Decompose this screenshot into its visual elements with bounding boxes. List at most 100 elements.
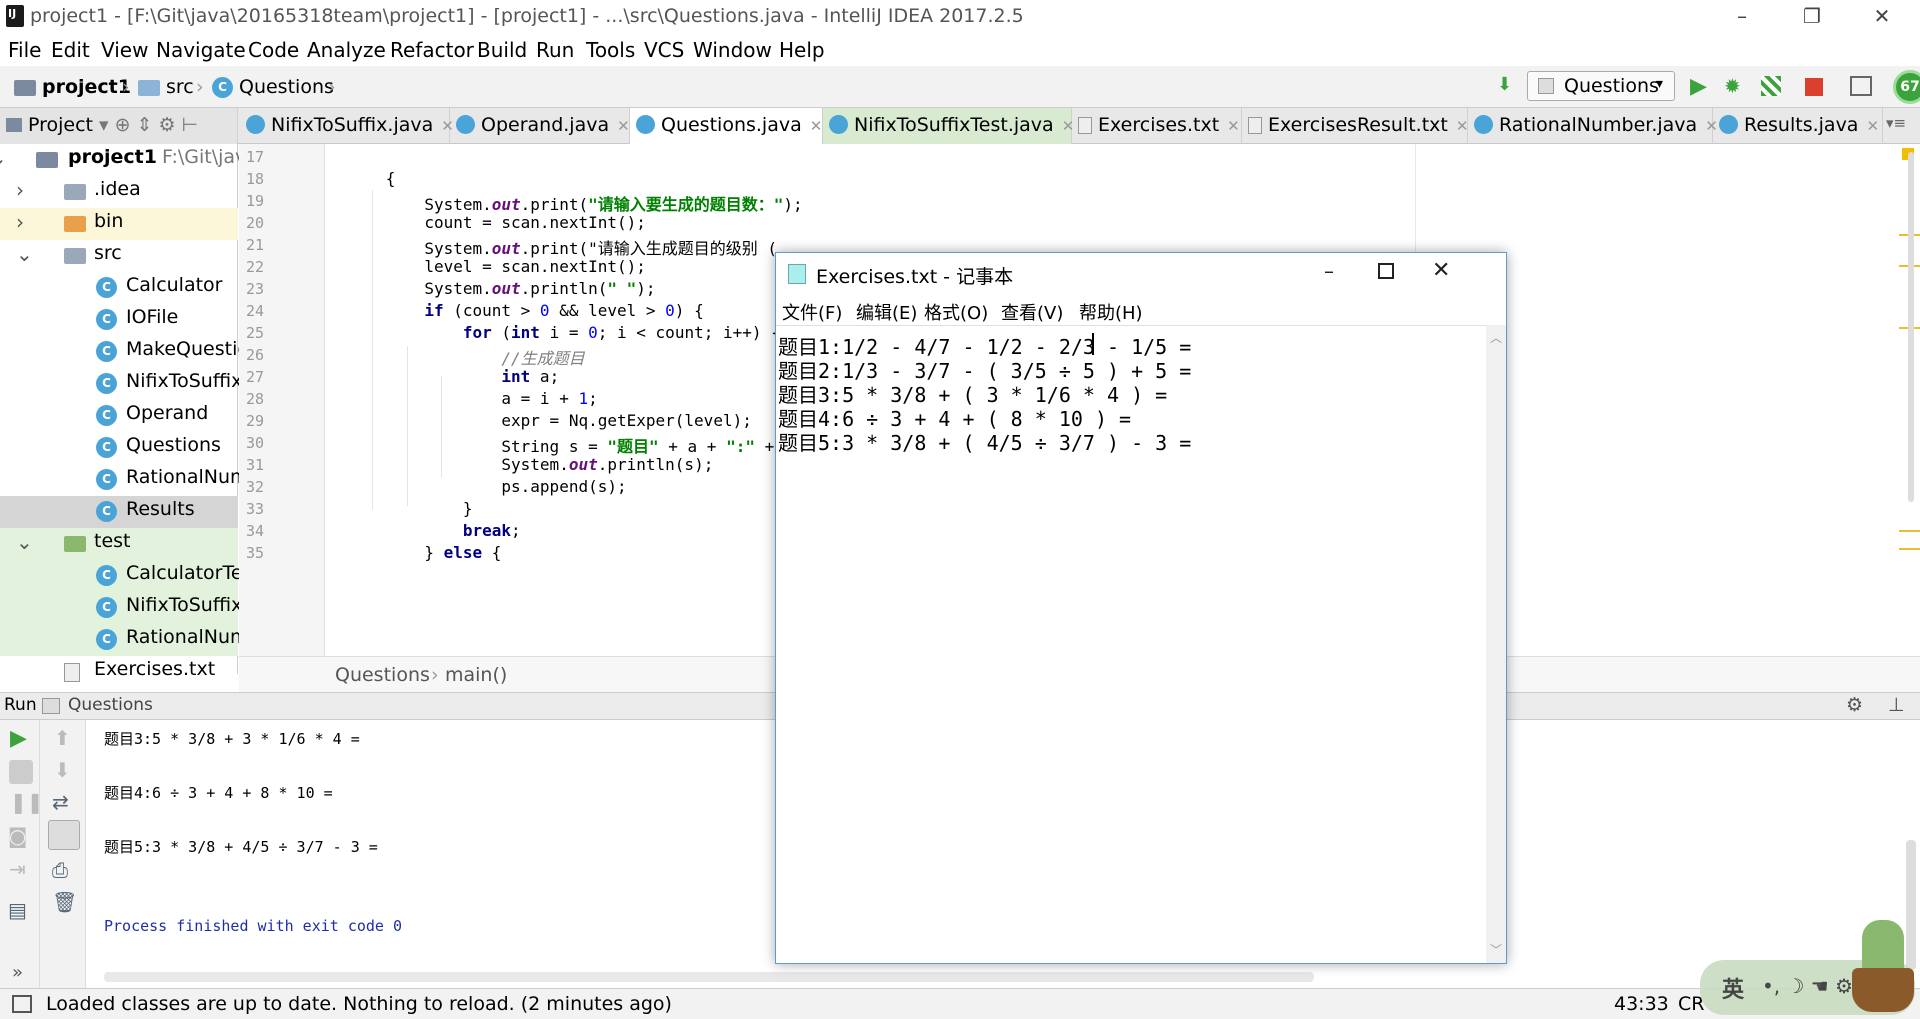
code-line[interactable]: System.out.print("请输入生成题目的级别 ( [328,235,777,259]
menu-view[interactable]: View [101,38,148,62]
more-tabs-icon[interactable]: ▾≡ [1886,114,1906,132]
tab-rationalnumber-java[interactable]: RationalNumber.java ✕ [1468,108,1718,144]
menu-help[interactable]: Help [779,38,825,62]
code-line[interactable]: level = scan.nextInt(); [328,257,646,276]
code-line[interactable]: break; [328,521,521,540]
notepad-window[interactable]: Exercises.txt - 记事本 – ✕ 文件(F) 编辑(E) 格式(O) 查… [775,252,1507,964]
warning-marker[interactable] [1899,548,1920,550]
notepad-title-bar[interactable]: Exercises.txt - 记事本 – ✕ [776,253,1506,295]
menu-window[interactable]: Window [693,38,772,62]
camera-icon[interactable]: ◙ [8,824,27,848]
up-arrow-icon[interactable]: ⬆ [54,726,71,750]
menu-navigate[interactable]: Navigate [156,38,246,62]
gear-icon[interactable]: ⚙ [1846,694,1863,716]
ime-language[interactable]: 英 [1722,972,1744,1004]
close-tab-icon[interactable]: ✕ [1866,117,1879,135]
tab-exercises-txt[interactable]: Exercises.txt ✕ [1072,108,1242,144]
close-tab-icon[interactable]: ✕ [810,117,823,135]
hide-icon[interactable]: ⊥ [1888,694,1905,716]
debug-icon[interactable]: ✹ [1724,74,1741,98]
tree-item-rationalnum[interactable]: RationalNum [0,464,249,496]
code-line[interactable]: int a; [328,367,559,386]
warning-marker[interactable] [1899,530,1920,532]
tree-item-nifixtosuffixt[interactable]: NifixToSuffixT [0,592,254,624]
scroll-up-icon[interactable]: ︿ [1490,329,1502,346]
notepad-menu-item[interactable]: 查看(V) [1001,299,1063,325]
run-tab-label[interactable]: Run [4,695,37,715]
breadcrumb-file[interactable]: Questions [239,76,334,98]
notepad-menu-item[interactable]: 帮助(H) [1079,299,1143,325]
project-structure-icon[interactable] [1850,76,1872,96]
tree-item-exercises-txt[interactable]: Exercises.txt [0,656,238,688]
code-line[interactable]: } else { [328,543,501,562]
scroll-down-icon[interactable]: ﹀ [1490,941,1502,958]
code-line[interactable]: //生成题目 [328,345,584,369]
soft-wrap-icon[interactable]: ⇄ [52,790,69,814]
console-vscrollbar[interactable] [1906,840,1916,970]
chevron-down-icon[interactable]: ⌄ [16,242,33,266]
code-line[interactable]: } [328,499,473,518]
tree-item-results[interactable]: Results [0,496,238,528]
code-line[interactable]: expr = Nq.getExper(level); [328,411,751,430]
code-line[interactable]: a = i + 1; [328,389,597,408]
tree-item-makequestio[interactable]: MakeQuestio [0,336,249,368]
project-tool-header[interactable]: Project ▾ ⊕ ⇕ ⚙ ⊢ [0,108,238,144]
close-button[interactable]: ✕ [1852,0,1912,34]
run-config-select[interactable]: Questions ▾ [1527,71,1675,101]
expand-icon[interactable]: » [12,962,23,983]
tree-item-project1[interactable]: ⌄project1F:\Git\java\ [0,144,264,176]
notepad-menu-item[interactable]: 格式(O) [924,299,988,325]
stop-button[interactable] [1805,78,1823,96]
breadcrumb-folder[interactable]: src [166,76,194,98]
tree-item-calculator[interactable]: Calculator [0,272,238,304]
stop-icon[interactable] [9,760,33,784]
build-icon[interactable]: ⬇ [1497,74,1512,95]
close-tab-icon[interactable]: ✕ [617,117,630,135]
trash-icon[interactable]: 🗑 [52,890,77,914]
close-tab-icon[interactable]: ✕ [1227,117,1240,135]
notepad-menu-item[interactable]: 文件(F) [782,299,842,325]
menu-run[interactable]: Run [536,38,574,62]
code-line[interactable]: for (int i = 0; i < count; i++) { [328,323,781,342]
minimize-button[interactable]: – [1712,0,1772,34]
cursor-position[interactable]: 43:33 [1614,993,1669,1015]
tree-item--idea[interactable]: › .idea [0,176,238,208]
code-line[interactable]: if (count > 0 && level > 0) { [328,301,703,320]
tool-icons[interactable]: ▾ ⊕ ⇕ ⚙ ⊢ [99,114,198,136]
menu-code[interactable]: Code [248,38,299,62]
menu-vcs[interactable]: VCS [644,38,684,62]
run-button[interactable]: ▶ [1690,74,1707,99]
run-config-name[interactable]: Questions [68,695,153,715]
menu-refactor[interactable]: Refactor [390,38,474,62]
code-line[interactable]: count = scan.nextInt(); [328,213,646,232]
ime-icons[interactable]: •, ☽ ☚ ⚙ [1762,974,1853,998]
close-tab-icon[interactable]: ✕ [1456,117,1469,135]
code-line[interactable]: System.out.println(s); [328,455,713,474]
tab-questions-java[interactable]: Questions.java ✕ [630,108,823,144]
console-hscrollbar[interactable] [104,972,1314,982]
tab-operand-java[interactable]: Operand.java ✕ [450,108,630,144]
menu-edit[interactable]: Edit [51,38,90,62]
code-line[interactable]: System.out.println(" "); [328,279,655,298]
pause-icon[interactable]: ❚❚ [10,790,44,814]
login-icon[interactable]: ⇥ [9,857,26,881]
menu-analyze[interactable]: Analyze [307,38,386,62]
tab-nifixtosuffix-java[interactable]: NifixToSuffix.java ✕ [240,108,454,144]
code-line[interactable]: { [328,169,396,188]
menu-build[interactable]: Build [477,38,527,62]
tab-results-java[interactable]: Results.java ✕ [1713,108,1883,144]
layout-icon[interactable]: ▤ [8,898,27,922]
chevron-down-icon[interactable]: ⌄ [0,146,7,170]
code-line[interactable]: String s = "题目" + a + ":" + ex [328,433,803,457]
code-line[interactable]: System.out.print("请输入要生成的题目数："); [328,191,802,215]
tree-item-src[interactable]: ⌄ src [0,240,238,272]
crumb-class[interactable]: Questions [335,664,430,686]
tab-exercisesresult-txt[interactable]: ExercisesResult.txt ✕ [1242,108,1468,144]
tool-windows-icon[interactable] [12,995,32,1013]
notepad-close-button[interactable]: ✕ [1432,258,1450,283]
restore-button[interactable]: ❐ [1782,0,1842,34]
rerun-button[interactable]: ▶ [10,726,27,751]
editor-scrollbar[interactable] [1908,152,1914,502]
tab-nifixtosuffixtest-java[interactable]: NifixToSuffixTest.java ✕ [823,108,1074,144]
tree-item-rationalnum[interactable]: RationalNum [0,624,249,656]
